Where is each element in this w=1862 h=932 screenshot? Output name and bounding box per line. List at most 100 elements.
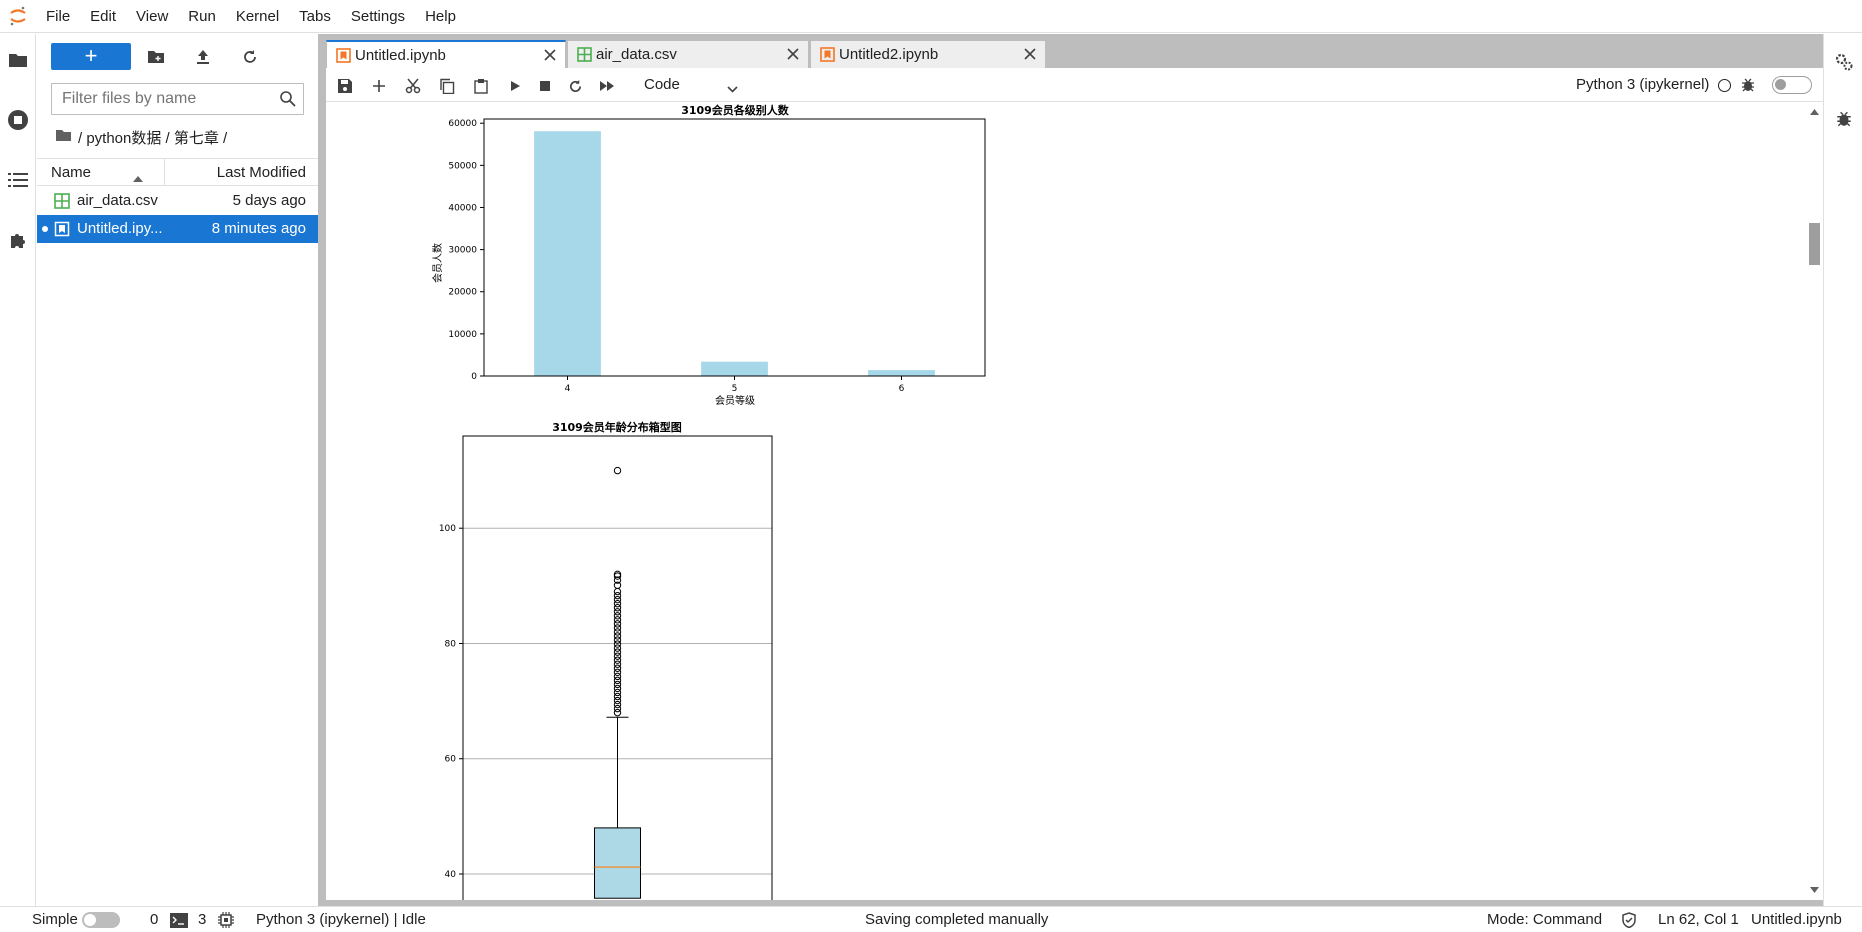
tab-label: air_data.csv (596, 46, 677, 63)
bar-chart-title: 3109会员各级别人数 (681, 103, 790, 117)
breadcrumb-home-folder-icon[interactable] (55, 129, 72, 146)
menu-view[interactable]: View (126, 0, 178, 33)
restart-icon[interactable] (566, 77, 584, 95)
running-indicator-icon (42, 226, 48, 232)
y-tick-label-60: 60 (445, 755, 457, 765)
fast-forward-icon[interactable] (598, 77, 616, 95)
table-of-contents-icon[interactable] (6, 168, 30, 192)
menu-edit[interactable]: Edit (80, 0, 126, 33)
upload-icon[interactable] (192, 46, 214, 68)
y-tick-label-80: 80 (445, 639, 457, 649)
copy-icon[interactable] (438, 77, 456, 95)
terminal-icon (170, 913, 188, 932)
y-tick-label-100: 100 (439, 524, 456, 534)
tab-label: Untitled.ipynb (355, 47, 446, 64)
bar-chart: 4 5 6 0 10000 20000 30000 40000 50000 60000 (448, 118, 986, 394)
extension-puzzle-icon[interactable] (6, 228, 30, 252)
status-message: Saving completed manually (865, 911, 1049, 928)
shield-check-icon[interactable] (1621, 912, 1637, 932)
vertical-scrollbar[interactable] (1806, 103, 1823, 900)
new-folder-icon[interactable] (145, 46, 167, 68)
running-kernels-icon[interactable] (6, 108, 30, 132)
notebook-icon (54, 221, 70, 237)
tab-air-data-csv[interactable]: air_data.csv (567, 40, 809, 68)
new-launcher-button[interactable]: + (51, 43, 131, 70)
file-modified: 8 minutes ago (211, 220, 306, 237)
cursor-position[interactable]: Ln 62, Col 1 (1658, 911, 1739, 928)
simple-mode-toggle[interactable] (82, 912, 120, 928)
menu-settings[interactable]: Settings (341, 0, 415, 33)
debugger-toggle[interactable] (1772, 76, 1812, 94)
insert-cell-icon[interactable] (370, 77, 388, 95)
main-dock-area: Untitled.ipynb air_data.csv Untitled2.ip… (326, 34, 1823, 906)
folder-icon[interactable] (6, 48, 30, 72)
name-column-header[interactable]: Name (51, 164, 91, 181)
y-tick-label-20000: 20000 (448, 288, 477, 298)
outlier-point (613, 466, 622, 475)
bar-4 (534, 131, 601, 376)
property-inspector-gears-icon[interactable] (1834, 52, 1854, 76)
last-modified-column-header[interactable]: Last Modified (217, 164, 306, 181)
bar-6 (868, 370, 935, 376)
stop-icon[interactable] (536, 77, 554, 95)
menu-file[interactable]: File (36, 0, 80, 33)
scrollbar-thumb[interactable] (1809, 223, 1820, 265)
file-row-untitled[interactable]: Untitled.ipy... 8 minutes ago (37, 215, 318, 243)
notebook-output-area: 3109会员各级别人数 4 5 6 0 10000 20000 30000 40000 5000… (326, 103, 1806, 900)
notebook-toolbar: Code Python 3 (ipykernel) (326, 68, 1823, 102)
y-tick-label-30000: 30000 (448, 246, 477, 256)
close-icon[interactable] (1023, 47, 1037, 61)
refresh-icon[interactable] (239, 46, 261, 68)
tab-untitled2-ipynb[interactable]: Untitled2.ipynb (810, 40, 1046, 68)
paste-icon[interactable] (472, 77, 490, 95)
spreadsheet-icon (577, 47, 592, 62)
y-tick-label-0: 0 (471, 372, 477, 382)
file-list-header: Name Last Modified (37, 158, 318, 186)
box-chart-title: 3109会员年龄分布箱型图 (552, 420, 682, 434)
menu-run[interactable]: Run (178, 0, 226, 33)
file-row-air-data[interactable]: air_data.csv 5 days ago (37, 187, 318, 215)
debugger-bug-icon[interactable] (1835, 110, 1853, 132)
search-icon (279, 90, 297, 108)
spreadsheet-icon (54, 193, 70, 209)
notebook-icon (336, 48, 351, 63)
chevron-down-icon (727, 80, 738, 97)
kernel-name-button[interactable]: Python 3 (ipykernel) (1576, 76, 1709, 93)
column-divider[interactable] (164, 159, 165, 185)
tab-label: Untitled2.ipynb (839, 46, 939, 63)
cell-type-value: Code (644, 76, 680, 93)
bug-icon[interactable] (1740, 77, 1756, 97)
kernel-status-text[interactable]: Python 3 (ipykernel) | Idle (256, 911, 426, 928)
jupyter-logo-icon (0, 0, 36, 33)
y-tick-label-40: 40 (445, 870, 457, 880)
mode-indicator: Mode: Command (1487, 911, 1603, 928)
run-icon[interactable] (506, 77, 524, 95)
menu-tabs[interactable]: Tabs (289, 0, 341, 33)
close-icon[interactable] (543, 48, 557, 62)
kernel-status-icon (1718, 79, 1731, 92)
panel-splitter[interactable] (318, 34, 326, 906)
menu-kernel[interactable]: Kernel (226, 0, 289, 33)
terminals-count[interactable]: 0 (150, 911, 158, 928)
file-name: Untitled.ipy... (77, 220, 163, 237)
file-filter-input[interactable] (62, 90, 272, 108)
cell-type-dropdown[interactable]: Code (644, 74, 744, 96)
y-tick-label-10000: 10000 (448, 330, 477, 340)
tab-untitled-ipynb[interactable]: Untitled.ipynb (326, 40, 566, 69)
kernels-count[interactable]: 3 (198, 911, 206, 928)
notebook-icon (820, 47, 835, 62)
cut-icon[interactable] (404, 77, 422, 95)
outlier-point (613, 587, 622, 596)
menu-help[interactable]: Help (415, 0, 466, 33)
close-icon[interactable] (786, 47, 800, 61)
x-tick-label-5: 5 (732, 384, 738, 394)
save-icon[interactable] (336, 77, 354, 95)
bar-5 (701, 361, 768, 376)
tab-bar: Untitled.ipynb air_data.csv Untitled2.ip… (326, 34, 1823, 69)
breadcrumb: / python数据 / 第七章 / (55, 126, 227, 148)
chart-output-svg: 3109会员各级别人数 4 5 60100002000030000400005000… (431, 103, 986, 900)
status-filename: Untitled.ipynb (1751, 911, 1842, 928)
breadcrumb-path[interactable]: / python数据 / 第七章 / (78, 127, 227, 148)
bar-chart-ylabel: 会员人数 (431, 243, 444, 283)
cpu-chip-icon (218, 912, 234, 932)
